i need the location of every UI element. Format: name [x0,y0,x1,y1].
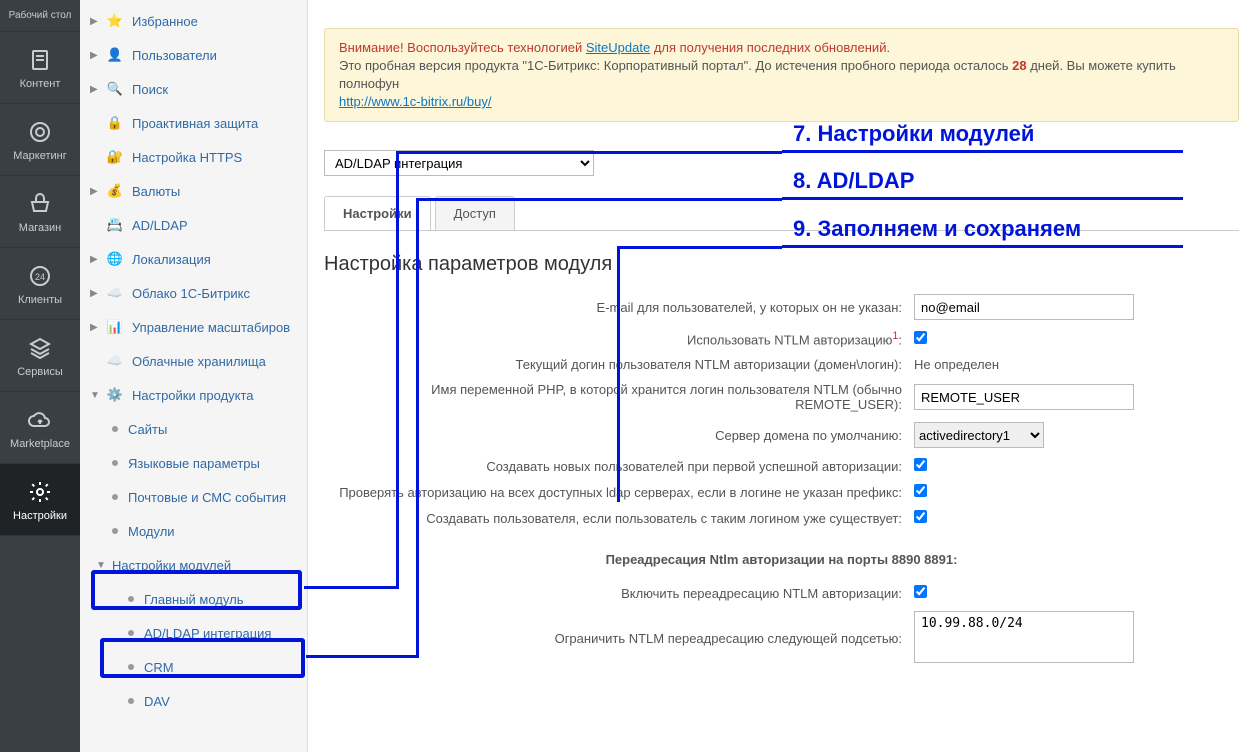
check-all-checkbox[interactable] [914,484,927,497]
rail-marketing[interactable]: Маркетинг [0,104,80,176]
subnet-textarea[interactable]: 10.99.88.0/24 [914,611,1134,663]
section-title: Настройка параметров модуля [324,253,1239,276]
ntlm-redirect-heading: Переадресация Ntlm авторизации на порты … [324,552,1239,567]
email-input[interactable] [914,294,1134,320]
current-login-value: Не определен [914,357,1239,372]
nav-mail-sms[interactable]: Почтовые и СМС события [80,480,307,514]
target-icon [28,120,52,144]
buy-link[interactable]: http://www.1c-bitrix.ru/buy/ [339,94,491,109]
rail-clients[interactable]: 24Клиенты [0,248,80,320]
ldap-icon: 📇 [106,216,124,234]
siteupdate-link[interactable]: SiteUpdate [586,40,650,55]
ntlm-checkbox[interactable] [914,331,927,344]
lock-blue-icon: 🔐 [106,148,124,166]
nav-security[interactable]: 🔒Проактивная защита [80,106,307,140]
nav-https[interactable]: 🔐Настройка HTTPS [80,140,307,174]
php-var-input[interactable] [914,384,1134,410]
nav-cloud[interactable]: ▶☁️Облако 1С-Битрикс [80,276,307,310]
annotation-7: 7. Настройки модулей [793,121,1034,147]
server-select[interactable]: activedirectory1 [914,422,1044,448]
cloud-up-icon [28,408,52,432]
hl-adldap-integration [100,638,305,678]
star-icon: ⭐ [106,12,124,30]
doc-icon [28,48,52,72]
nav-dav[interactable]: DAV [80,684,307,718]
rail-content[interactable]: Контент [0,32,80,104]
create-exist-label: Создавать пользователя, если пользовател… [324,511,914,526]
annotation-7-line [782,150,1183,153]
hl-module-settings [91,570,302,610]
cloud2-icon: ☁️ [106,352,124,370]
rail-desktop[interactable]: Рабочий стол [0,0,80,32]
coin-icon: 💰 [106,182,124,200]
tabbar: Настройки Доступ [324,196,1239,231]
lock-icon: 🔒 [106,114,124,132]
nav-adldap[interactable]: 📇AD/LDAP [80,208,307,242]
nav-modules[interactable]: Модули [80,514,307,548]
redirect-checkbox[interactable] [914,585,927,598]
nav-users[interactable]: ▶👤Пользователи [80,38,307,72]
rail-settings[interactable]: Настройки [0,464,80,536]
alert-banner: Внимание! Воспользуйтесь технологией Sit… [324,28,1239,122]
nav-currency[interactable]: ▶💰Валюты [80,174,307,208]
search-icon: 🔍 [106,80,124,98]
settings-form: E-mail для пользователей, у которых он н… [324,294,1239,666]
nav-localization[interactable]: ▶🌐Локализация [80,242,307,276]
left-rail: Рабочий стол Контент Маркетинг Магазин 2… [0,0,80,752]
annotation-9-line [782,245,1183,248]
nav-favorites[interactable]: ▶⭐Избранное [80,4,307,38]
basket-icon [28,192,52,216]
nav-sites[interactable]: Сайты [80,412,307,446]
nav-scale[interactable]: ▶📊Управление масштабиров [80,310,307,344]
tab-settings[interactable]: Настройки [324,196,431,230]
cloud-icon: ☁️ [106,284,124,302]
rail-shop[interactable]: Магазин [0,176,80,248]
nav-search[interactable]: ▶🔍Поиск [80,72,307,106]
subnet-label: Ограничить NTLM переадресацию следующей … [324,631,914,646]
create-exist-checkbox[interactable] [914,510,927,523]
nav-lang[interactable]: Языковые параметры [80,446,307,480]
annotation-9: 9. Заполняем и сохраняем [793,216,1081,242]
create-users-checkbox[interactable] [914,458,927,471]
layers-icon [28,336,52,360]
nav-product-settings[interactable]: ▼⚙️Настройки продукта [80,378,307,412]
nav-storage[interactable]: ☁️Облачные хранилища [80,344,307,378]
scale-icon: 📊 [106,318,124,336]
annotation-8-line [782,197,1183,200]
clock-icon: 24 [28,264,52,288]
tab-access[interactable]: Доступ [435,196,515,230]
user-icon: 👤 [106,46,124,64]
gear2-icon: ⚙️ [106,386,124,404]
annotation-8: 8. AD/LDAP [793,168,914,194]
rail-services[interactable]: Сервисы [0,320,80,392]
rail-marketplace[interactable]: Marketplace [0,392,80,464]
gear-icon [28,480,52,504]
svg-text:24: 24 [35,272,45,282]
globe-icon: 🌐 [106,250,124,268]
redirect-label: Включить переадресацию NTLM авторизации: [324,586,914,601]
main-area: Внимание! Воспользуйтесь технологией Sit… [308,0,1247,752]
